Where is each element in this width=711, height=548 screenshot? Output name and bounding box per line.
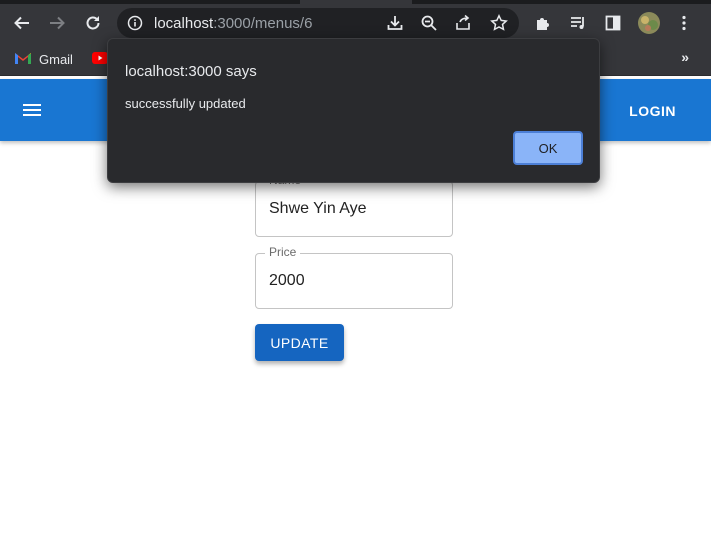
url-host: localhost <box>154 15 214 32</box>
bookmark-label: Gmail <box>39 51 73 67</box>
star-icon[interactable] <box>489 13 509 33</box>
info-icon[interactable] <box>127 15 143 36</box>
hamburger-icon[interactable] <box>22 101 46 119</box>
extensions-icon[interactable] <box>531 11 555 35</box>
name-field-value[interactable]: Shwe Yin Aye <box>269 200 367 218</box>
back-icon[interactable] <box>10 11 34 35</box>
bookmark-gmail[interactable]: Gmail <box>14 49 73 69</box>
url-rest: :3000/menus/6 <box>213 15 313 32</box>
url-text: localhost:3000/menus/6 <box>154 15 312 32</box>
forward-icon[interactable] <box>45 11 69 35</box>
alert-dialog: localhost:3000 says successfully updated… <box>107 38 600 183</box>
download-icon[interactable] <box>385 13 405 33</box>
screen: localhost:3000/menus/6 Gmail » LOGIN Shw… <box>0 0 711 548</box>
kebab-menu-icon[interactable] <box>672 11 696 35</box>
reading-list-icon[interactable] <box>566 11 590 35</box>
price-field[interactable]: Price 2000 <box>255 245 453 309</box>
login-button[interactable]: LOGIN <box>629 103 676 119</box>
bookmark-youtube[interactable] <box>92 49 108 69</box>
price-field-value[interactable]: 2000 <box>269 272 305 290</box>
side-panel-icon[interactable] <box>601 11 625 35</box>
address-bar[interactable]: localhost:3000/menus/6 <box>117 8 519 38</box>
browser-toolbar: localhost:3000/menus/6 <box>0 4 711 42</box>
share-icon[interactable] <box>453 13 473 33</box>
more-bookmarks-button[interactable]: » <box>681 49 689 65</box>
update-button[interactable]: UPDATE <box>255 324 344 361</box>
profile-avatar[interactable] <box>637 11 661 35</box>
reload-icon[interactable] <box>81 11 105 35</box>
price-field-label: Price <box>265 245 301 259</box>
youtube-icon <box>92 51 108 67</box>
name-field[interactable]: Name Shwe Yin Aye <box>255 173 453 237</box>
ok-button[interactable]: OK <box>513 131 583 165</box>
gmail-icon <box>14 51 32 68</box>
alert-title: localhost:3000 says <box>125 63 257 80</box>
zoom-out-icon[interactable] <box>419 13 439 33</box>
alert-message: successfully updated <box>125 96 246 111</box>
